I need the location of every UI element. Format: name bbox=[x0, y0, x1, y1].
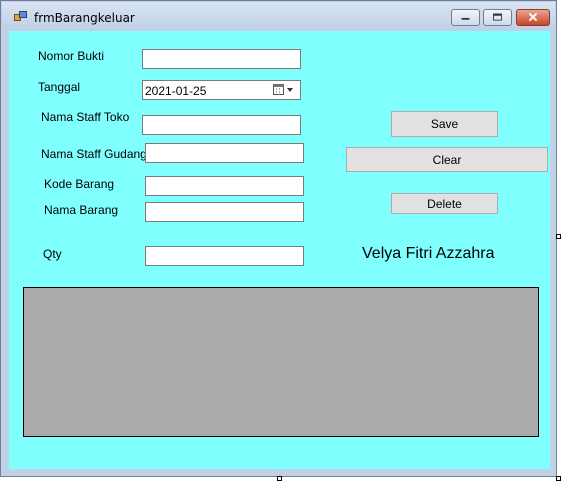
nama-staff-gudang-input[interactable] bbox=[145, 143, 304, 163]
qty-input[interactable] bbox=[145, 246, 304, 266]
save-button[interactable]: Save bbox=[391, 111, 498, 137]
resize-handle-right[interactable] bbox=[556, 234, 561, 239]
data-grid-view[interactable] bbox=[23, 287, 539, 437]
author-name-label: Velya Fitri Azzahra bbox=[362, 245, 495, 262]
minimize-icon bbox=[461, 17, 470, 20]
resize-handle-bottom[interactable] bbox=[277, 476, 282, 481]
clear-button[interactable]: Clear bbox=[346, 147, 548, 172]
form-icon bbox=[14, 11, 27, 21]
tanggal-value: 2021-01-25 bbox=[145, 84, 207, 98]
nama-barang-input[interactable] bbox=[145, 202, 304, 222]
nama-staff-gudang-label: Nama Staff Gudang bbox=[41, 147, 147, 161]
form-client-area: Nomor Bukti Tanggal 2021-01-25 Nama Staf… bbox=[9, 31, 550, 469]
designer-canvas: frmBarangkeluar Nomor Bukti Tanggal 2021… bbox=[0, 0, 571, 489]
form-window: frmBarangkeluar Nomor Bukti Tanggal 2021… bbox=[0, 0, 557, 477]
maximize-button[interactable] bbox=[483, 9, 512, 26]
resize-handle-corner[interactable] bbox=[556, 476, 561, 481]
kode-barang-label: Kode Barang bbox=[44, 177, 115, 191]
close-icon bbox=[528, 12, 538, 22]
minimize-button[interactable] bbox=[451, 9, 480, 26]
kode-barang-input[interactable] bbox=[145, 176, 304, 196]
window-title: frmBarangkeluar bbox=[34, 11, 135, 25]
title-bar[interactable]: frmBarangkeluar bbox=[2, 2, 555, 30]
maximize-icon bbox=[493, 13, 502, 21]
qty-label: Qty bbox=[43, 247, 62, 261]
nomor-bukti-label: Nomor Bukti bbox=[38, 49, 105, 63]
delete-button[interactable]: Delete bbox=[391, 193, 498, 214]
close-button[interactable] bbox=[516, 9, 550, 26]
calendar-icon[interactable] bbox=[272, 83, 298, 97]
nomor-bukti-input[interactable] bbox=[142, 49, 301, 69]
tanggal-date-picker[interactable]: 2021-01-25 bbox=[142, 80, 301, 100]
nama-staff-toko-input[interactable] bbox=[142, 115, 301, 135]
nama-staff-toko-label: Nama Staff Toko bbox=[41, 110, 130, 124]
tanggal-label: Tanggal bbox=[38, 80, 81, 94]
nama-barang-label: Nama Barang bbox=[44, 203, 119, 217]
